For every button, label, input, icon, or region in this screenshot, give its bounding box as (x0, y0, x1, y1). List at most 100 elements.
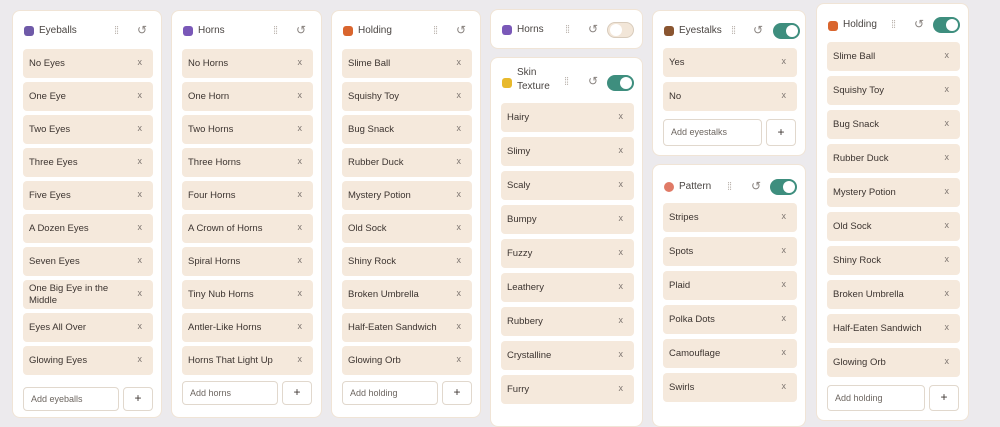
item-label: Rubber Duck (348, 156, 404, 168)
remove-item-icon[interactable]: x (782, 381, 787, 391)
add-holding-input[interactable]: Add holding (342, 381, 438, 405)
reset-icon[interactable]: ↺ (588, 74, 598, 88)
remove-item-icon[interactable]: x (298, 123, 303, 133)
remove-item-icon[interactable]: x (298, 156, 303, 166)
remove-item-icon[interactable]: x (457, 123, 462, 133)
remove-item-icon[interactable]: x (782, 211, 787, 221)
list-item: Squishy Toy x (342, 82, 472, 111)
grip-icon[interactable]: ⁞⁞ (731, 25, 736, 37)
list-item: Stripes x (663, 203, 797, 232)
add-horns-input[interactable]: Add horns (182, 381, 278, 405)
list-item: Slime Ball x (342, 49, 472, 78)
reset-icon[interactable]: ↺ (751, 179, 761, 193)
remove-item-icon[interactable]: x (619, 111, 624, 121)
reset-icon[interactable]: ↺ (456, 23, 466, 37)
remove-item-icon[interactable]: x (945, 50, 950, 60)
remove-item-icon[interactable]: x (298, 222, 303, 232)
add-eyeballs-input[interactable]: Add eyeballs (23, 387, 119, 411)
remove-item-icon[interactable]: x (457, 288, 462, 298)
remove-item-icon[interactable]: x (945, 356, 950, 366)
remove-item-icon[interactable]: x (619, 315, 624, 325)
remove-item-icon[interactable]: x (298, 57, 303, 67)
add-eyestalks-button[interactable]: + (766, 119, 796, 146)
grip-icon[interactable]: ⁞⁞ (565, 24, 570, 36)
remove-item-icon[interactable]: x (619, 247, 624, 257)
remove-item-icon[interactable]: x (945, 288, 950, 298)
remove-item-icon[interactable]: x (138, 57, 143, 67)
remove-item-icon[interactable]: x (138, 354, 143, 364)
remove-item-icon[interactable]: x (619, 349, 624, 359)
remove-item-icon[interactable]: x (945, 220, 950, 230)
remove-item-icon[interactable]: x (298, 354, 303, 364)
remove-item-icon[interactable]: x (138, 90, 143, 100)
remove-item-icon[interactable]: x (619, 213, 624, 223)
add-eyeballs-button[interactable]: + (123, 387, 153, 411)
remove-item-icon[interactable]: x (138, 321, 143, 331)
remove-item-icon[interactable]: x (138, 288, 143, 298)
reset-icon[interactable]: ↺ (914, 17, 924, 31)
item-label: Tiny Nub Horns (188, 288, 254, 300)
remove-item-icon[interactable]: x (457, 156, 462, 166)
panel-horns: Horns ⁞⁞ ↺ Add horns + No Horns x One Horn… (171, 10, 322, 418)
grip-icon[interactable]: ⁞⁞ (273, 25, 278, 37)
remove-item-icon[interactable]: x (782, 313, 787, 323)
add-holding-button[interactable]: + (929, 385, 959, 411)
remove-item-icon[interactable]: x (138, 222, 143, 232)
remove-item-icon[interactable]: x (138, 255, 143, 265)
panel-title: Horns (198, 25, 225, 36)
remove-item-icon[interactable]: x (619, 179, 624, 189)
grip-icon[interactable]: ⁞⁞ (564, 76, 569, 88)
grip-icon[interactable]: ⁞⁞ (891, 19, 896, 31)
remove-item-icon[interactable]: x (298, 321, 303, 331)
remove-item-icon[interactable]: x (138, 123, 143, 133)
remove-item-icon[interactable]: x (619, 281, 624, 291)
add-eyestalks-input[interactable]: Add eyestalks (663, 119, 762, 146)
reset-icon[interactable]: ↺ (296, 23, 306, 37)
panel-toggle[interactable] (770, 179, 797, 195)
remove-item-icon[interactable]: x (457, 321, 462, 331)
grip-icon[interactable]: ⁞⁞ (114, 25, 119, 37)
list-item: Eyes All Over x (23, 313, 153, 342)
remove-item-icon[interactable]: x (138, 156, 143, 166)
remove-item-icon[interactable]: x (457, 189, 462, 199)
remove-item-icon[interactable]: x (782, 90, 787, 100)
remove-item-icon[interactable]: x (457, 222, 462, 232)
remove-item-icon[interactable]: x (782, 245, 787, 255)
remove-item-icon[interactable]: x (619, 145, 624, 155)
remove-item-icon[interactable]: x (782, 279, 787, 289)
remove-item-icon[interactable]: x (945, 84, 950, 94)
remove-item-icon[interactable]: x (945, 152, 950, 162)
list-item: Glowing Eyes x (23, 346, 153, 375)
remove-item-icon[interactable]: x (945, 186, 950, 196)
reset-icon[interactable]: ↺ (753, 23, 763, 37)
remove-item-icon[interactable]: x (619, 383, 624, 393)
add-holding-input[interactable]: Add holding (827, 385, 925, 411)
item-label: Scaly (507, 179, 531, 191)
remove-item-icon[interactable]: x (457, 90, 462, 100)
remove-item-icon[interactable]: x (457, 255, 462, 265)
remove-item-icon[interactable]: x (138, 189, 143, 199)
remove-item-icon[interactable]: x (457, 354, 462, 364)
item-label: Half-Eaten Sandwich (348, 321, 437, 333)
remove-item-icon[interactable]: x (298, 288, 303, 298)
reset-icon[interactable]: ↺ (137, 23, 147, 37)
panel-toggle[interactable] (607, 75, 634, 91)
remove-item-icon[interactable]: x (782, 347, 787, 357)
grip-icon[interactable]: ⁞⁞ (433, 25, 438, 37)
remove-item-icon[interactable]: x (298, 255, 303, 265)
remove-item-icon[interactable]: x (298, 90, 303, 100)
panel-toggle[interactable] (773, 23, 800, 39)
remove-item-icon[interactable]: x (945, 118, 950, 128)
add-horns-button[interactable]: + (282, 381, 312, 405)
remove-item-icon[interactable]: x (945, 254, 950, 264)
remove-item-icon[interactable]: x (457, 57, 462, 67)
panel-toggle[interactable] (933, 17, 960, 33)
grip-icon[interactable]: ⁞⁞ (727, 181, 732, 193)
reset-icon[interactable]: ↺ (588, 22, 598, 36)
remove-item-icon[interactable]: x (298, 189, 303, 199)
add-holding-button[interactable]: + (442, 381, 472, 405)
item-label: No Horns (188, 57, 229, 69)
panel-toggle[interactable] (607, 22, 634, 38)
remove-item-icon[interactable]: x (945, 322, 950, 332)
remove-item-icon[interactable]: x (782, 56, 787, 66)
